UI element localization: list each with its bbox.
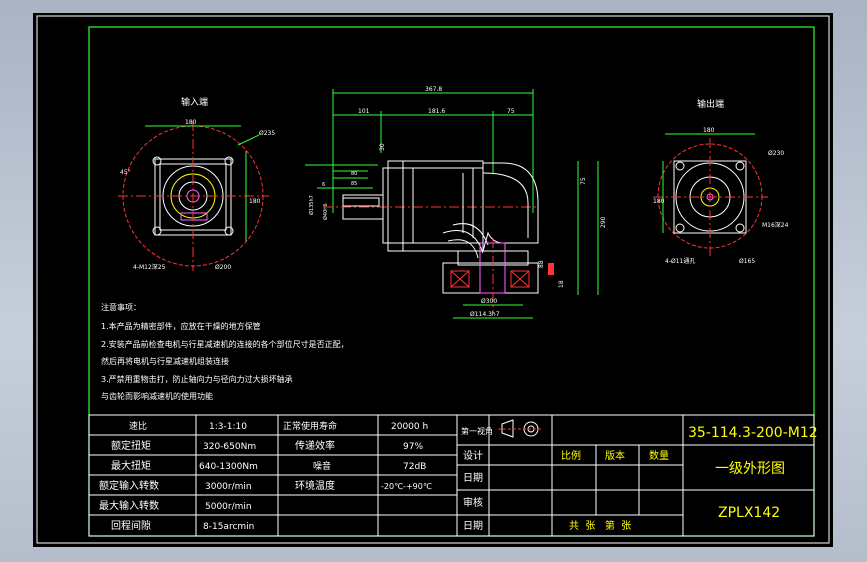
outer-border	[36, 15, 830, 544]
input-width-dim: 180	[185, 119, 197, 126]
spec-value-backlash: 8-15arcmin	[203, 522, 254, 532]
spec-label-max-torque: 最大扭矩	[111, 459, 151, 472]
output-end-view: 输出端 180 180 Ø230 M16深24 4-Ø11通孔 Ø165	[653, 98, 789, 265]
version-label: 版本	[605, 449, 625, 462]
mounting-foot	[442, 262, 539, 294]
input-side-dim: 180	[249, 198, 261, 205]
note-line-4: 3.严禁用重物击打，防止轴向力与径向力过大损坏轴承	[101, 374, 293, 384]
cad-viewport[interactable]: 输入端 180 180 Ø235 45° 4-M12深25 Ø200 367.8…	[33, 13, 833, 547]
gearbox-body	[382, 167, 484, 244]
title-block: 第一视角 设计 日期 审核 日期 比例 版本 数量 共 张 第 张 35-114…	[456, 414, 818, 537]
spec-value-max-torque: 640-1300Nm	[199, 462, 258, 472]
output-width-dim: 180	[703, 127, 715, 134]
spec-table: 速比 1:3-1:10 额定扭矩 320-650Nm 最大扭矩 640-1300…	[88, 414, 458, 537]
front-dim-3: 75	[507, 108, 515, 115]
design-label: 设计	[463, 449, 483, 462]
note-line-3: 然后再将电机与行星减速机组装连接	[101, 356, 229, 366]
spec-label-temperature: 环境温度	[295, 479, 335, 492]
front-dim-2: 181.6	[428, 108, 445, 115]
spec-label-noise: 噪音	[313, 460, 331, 472]
output-end-label: 输出端	[697, 98, 724, 110]
spec-value-temperature: -20℃-+90℃	[381, 482, 432, 491]
spec-value-rated-speed: 3000r/min	[205, 482, 252, 492]
spec-label-backlash: 回程间隙	[111, 519, 151, 532]
output-hole-dim: M16深24	[762, 221, 789, 229]
front-height-3: 88	[538, 260, 545, 268]
output-bolt-dim: Ø230	[768, 150, 784, 157]
quantity-label: 数量	[649, 449, 669, 462]
spec-label-efficiency: 传递效率	[295, 439, 335, 452]
date-label-1: 日期	[463, 472, 483, 484]
note-line-1: 1.本产品为精密部件，应放在干燥的地方保管	[101, 321, 261, 331]
spec-value-efficiency: 97%	[403, 442, 423, 452]
input-end-view: 输入端 180 180 Ø235 45° 4-M12深25 Ø200	[118, 96, 275, 271]
spec-label-rated-speed: 额定输入转数	[99, 479, 159, 492]
front-dim-4: 30	[379, 143, 386, 151]
output-tap-dim: 4-Ø11通孔	[665, 257, 695, 265]
model-number: ZPLX142	[718, 505, 780, 521]
front-foot-dim-1: Ø300	[481, 298, 497, 305]
front-total-dim: 367.8	[425, 86, 442, 93]
spec-label-rated-torque: 额定扭矩	[111, 439, 151, 452]
scale-label: 比例	[561, 449, 581, 462]
spec-label-life: 正常使用寿命	[283, 420, 337, 432]
drawing-number: 35-114.3-200-M12	[688, 425, 818, 441]
front-dim-6: 85	[351, 181, 357, 187]
spec-value-ratio: 1:3-1:10	[209, 422, 247, 432]
output-side-dim: 180	[653, 198, 665, 205]
date-label-2: 日期	[463, 520, 483, 532]
note-line-2: 2.安装产品前检查电机与行星减速机的连接的各个部位尺寸是否正配，	[101, 339, 349, 349]
front-height-4: 18	[558, 280, 565, 288]
projection-label: 第一视角	[461, 426, 493, 436]
front-dim-5: 80	[351, 171, 357, 177]
review-label: 审核	[463, 496, 483, 509]
front-height-1: 75	[580, 177, 587, 185]
spec-value-noise: 72dB	[403, 462, 426, 472]
spec-value-max-speed: 5000r/min	[205, 502, 252, 512]
front-shaft-dim: Ø135h7	[308, 195, 315, 215]
technical-notes: 注意事项： 1.本产品为精密部件，应放在干燥的地方保管 2.安装产品前检查电机与…	[101, 302, 349, 401]
spec-value-life: 20000 h	[391, 422, 428, 432]
input-pilot-dim: Ø200	[215, 264, 231, 271]
note-line-5: 与齿轮而影响减速机的使用功能	[101, 391, 213, 401]
sheets-label: 共 张 第 张	[569, 519, 631, 532]
input-thread-dim: 4-M12深25	[133, 263, 166, 271]
front-foot-dim-2: Ø114.3h7	[470, 311, 500, 318]
input-bolt-dim: Ø235	[259, 130, 275, 137]
spec-label-ratio: 速比	[129, 420, 147, 432]
front-dim-1: 101	[358, 108, 370, 115]
notes-heading: 注意事项：	[101, 302, 141, 312]
output-pilot-dim: Ø165	[739, 258, 755, 265]
front-dim-7: 6	[322, 182, 325, 188]
input-end-label: 输入端	[181, 96, 208, 108]
front-view: 367.8 101 181.6 75 30 80 85 6 Ø135h7 Ø40…	[305, 86, 607, 319]
spec-label-max-speed: 最大输入转数	[99, 499, 159, 512]
drawing-name: 一级外形图	[715, 461, 785, 477]
spec-value-rated-torque: 320-650Nm	[203, 442, 256, 452]
input-angle-dim: 45°	[120, 169, 131, 176]
front-height-2: 290	[600, 216, 607, 228]
front-key-shaft-dim: Ø40h6	[322, 203, 329, 220]
